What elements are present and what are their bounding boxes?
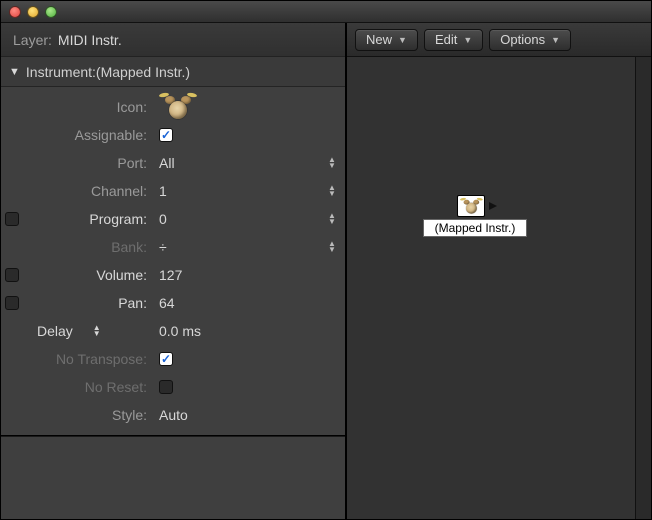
options-button-label: Options [500, 32, 545, 47]
port-label: Port: [23, 155, 153, 171]
no-transpose-checkbox[interactable] [159, 352, 173, 366]
program-label: Program: [23, 211, 153, 227]
new-button[interactable]: New ▼ [355, 29, 418, 51]
pan-enable-checkbox[interactable] [5, 296, 19, 310]
environment-pane: New ▼ Edit ▼ Options ▼ [347, 23, 651, 519]
section-prefix: Instrument: [26, 64, 96, 80]
inspector-pane: Layer: MIDI Instr. ▼ Instrument: (Mapped… [1, 23, 347, 519]
pan-label: Pan: [23, 295, 153, 311]
param-bank: Bank: ÷ [1, 233, 345, 261]
param-volume: Volume: 127 [1, 261, 345, 289]
object-label[interactable]: (Mapped Instr.) [423, 219, 527, 237]
new-button-label: New [366, 32, 392, 47]
program-stepper[interactable] [319, 213, 345, 225]
delay-mode-popup[interactable]: Delay ▲▼ [37, 323, 101, 339]
minimize-icon[interactable] [27, 6, 39, 18]
instrument-section-header[interactable]: ▼ Instrument: (Mapped Instr.) [1, 57, 345, 87]
channel-stepper[interactable] [319, 185, 345, 197]
popup-arrows-icon: ▲▼ [93, 325, 101, 337]
param-pan: Pan: 64 [1, 289, 345, 317]
volume-value[interactable]: 127 [153, 267, 319, 283]
content-area: Layer: MIDI Instr. ▼ Instrument: (Mapped… [1, 23, 651, 519]
dropdown-triangle-icon: ▼ [463, 35, 472, 45]
layer-value[interactable]: MIDI Instr. [58, 32, 122, 48]
delay-label: Delay [37, 323, 73, 339]
options-button[interactable]: Options ▼ [489, 29, 571, 51]
param-port: Port: All [1, 149, 345, 177]
bank-stepper[interactable] [319, 241, 345, 253]
environment-canvas[interactable]: (Mapped Instr.) [347, 57, 651, 519]
dropdown-triangle-icon: ▼ [398, 35, 407, 45]
port-stepper[interactable] [319, 157, 345, 169]
style-label: Style: [23, 407, 153, 423]
section-name: (Mapped Instr.) [96, 64, 190, 80]
app-window: Layer: MIDI Instr. ▼ Instrument: (Mapped… [0, 0, 652, 520]
param-no-reset: No Reset: [1, 373, 345, 401]
parameter-list: Icon: Assignable: [1, 87, 345, 435]
no-reset-label: No Reset: [23, 379, 153, 395]
param-channel: Channel: 1 [1, 177, 345, 205]
param-style: Style: Auto [1, 401, 345, 429]
divider [1, 435, 345, 437]
no-transpose-label: No Transpose: [23, 351, 153, 367]
layer-label: Layer: [13, 32, 52, 48]
channel-label: Channel: [23, 183, 153, 199]
channel-value[interactable]: 1 [153, 183, 319, 199]
port-value[interactable]: All [153, 155, 319, 171]
param-no-transpose: No Transpose: [1, 345, 345, 373]
param-delay: Delay ▲▼ 0.0 ms [1, 317, 345, 345]
bank-label: Bank: [23, 239, 153, 255]
window-controls [9, 6, 57, 18]
drum-kit-icon[interactable] [159, 93, 197, 121]
edit-button[interactable]: Edit ▼ [424, 29, 483, 51]
param-icon: Icon: [1, 93, 345, 121]
output-port-icon[interactable] [489, 202, 497, 210]
bank-value[interactable]: ÷ [153, 239, 319, 255]
toolbar: New ▼ Edit ▼ Options ▼ [347, 23, 651, 57]
titlebar[interactable] [1, 1, 651, 23]
pan-value[interactable]: 64 [153, 295, 319, 311]
volume-label: Volume: [23, 267, 153, 283]
assignable-label: Assignable: [23, 127, 153, 143]
volume-enable-checkbox[interactable] [5, 268, 19, 282]
object-icon[interactable] [457, 195, 485, 217]
disclosure-triangle-icon[interactable]: ▼ [9, 66, 20, 78]
param-program: Program: 0 [1, 205, 345, 233]
program-enable-checkbox[interactable] [5, 212, 19, 226]
mapped-instrument-object[interactable]: (Mapped Instr.) [423, 195, 527, 237]
delay-value[interactable]: 0.0 ms [153, 323, 319, 339]
vertical-scrollbar[interactable] [635, 57, 651, 519]
edit-button-label: Edit [435, 32, 457, 47]
style-value[interactable]: Auto [153, 407, 319, 423]
dropdown-triangle-icon: ▼ [551, 35, 560, 45]
assignable-checkbox[interactable] [159, 128, 173, 142]
close-icon[interactable] [9, 6, 21, 18]
param-assignable: Assignable: [1, 121, 345, 149]
zoom-icon[interactable] [45, 6, 57, 18]
icon-label: Icon: [23, 99, 153, 115]
layer-header[interactable]: Layer: MIDI Instr. [1, 23, 345, 57]
no-reset-checkbox[interactable] [159, 380, 173, 394]
program-value[interactable]: 0 [153, 211, 319, 227]
